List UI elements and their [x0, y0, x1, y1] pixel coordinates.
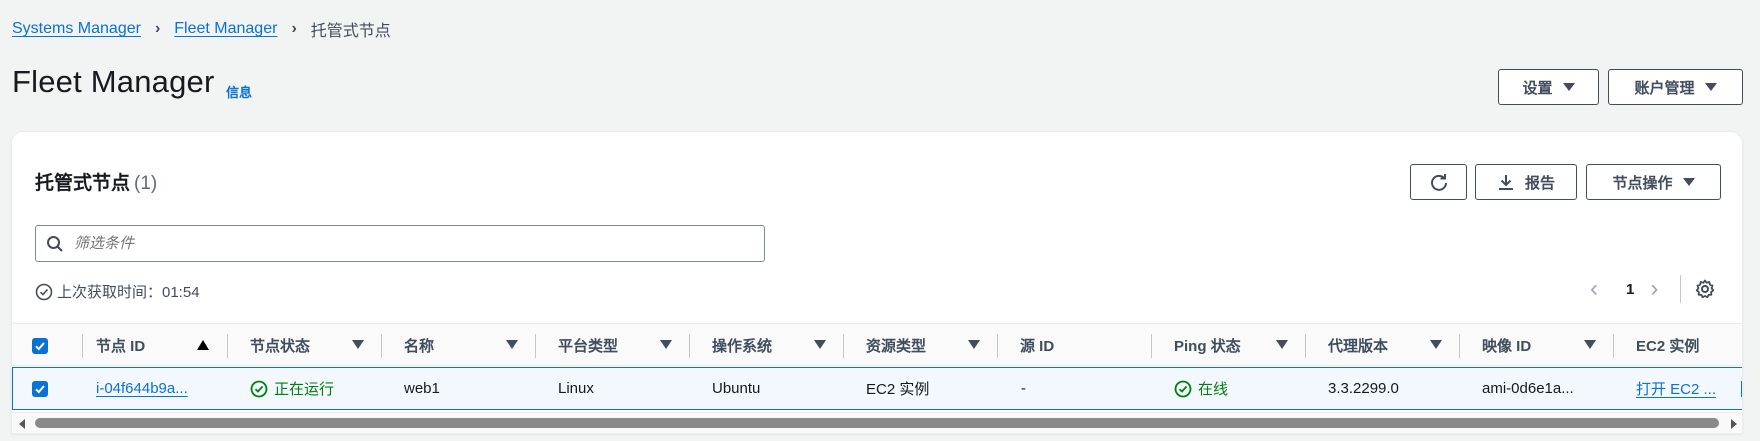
column-header-image-id[interactable]: 映像 ID	[1482, 324, 1531, 367]
breadcrumb-fleet-manager[interactable]: Fleet Manager	[174, 20, 277, 38]
managed-nodes-panel: 托管式节点(1) 报告 节点操作 上次获取时间：01:54	[11, 131, 1743, 434]
checkmark-icon	[35, 341, 45, 350]
filter-input[interactable]	[74, 235, 714, 252]
last-fetch-time: 上次获取时间：01:54	[35, 281, 200, 302]
column-header-resource-type[interactable]: 资源类型	[866, 324, 926, 367]
refresh-icon	[1430, 174, 1447, 191]
download-icon	[1498, 175, 1513, 190]
node-actions-label: 节点操作	[1612, 174, 1673, 192]
filter-search-box[interactable]	[35, 225, 765, 262]
agent-version: 3.3.2299.0	[1328, 380, 1399, 397]
horizontal-scrollbar[interactable]	[12, 412, 1742, 433]
settings-button-label: 设置	[1522, 79, 1553, 97]
breadcrumb: Systems Manager › Fleet Manager › 托管式节点	[12, 17, 391, 41]
row-overflow-indicator	[1741, 381, 1742, 397]
pagination: ‹ 1 ›	[1590, 275, 1715, 303]
check-circle-icon	[35, 283, 53, 300]
breadcrumb-systems-manager[interactable]: Systems Manager	[12, 20, 141, 38]
page-number[interactable]: 1	[1626, 281, 1634, 298]
sort-icon[interactable]	[814, 340, 826, 349]
page-title: Fleet Manager	[12, 64, 215, 99]
sort-icon[interactable]	[506, 340, 518, 349]
sort-icon[interactable]	[660, 340, 672, 349]
sort-icon[interactable]	[1584, 340, 1596, 349]
chevron-right-icon: ›	[291, 20, 297, 37]
caret-down-icon	[1562, 83, 1575, 91]
pager-divider	[1680, 275, 1682, 303]
resource-type: EC2 实例	[866, 381, 930, 398]
breadcrumb-current: 托管式节点	[310, 23, 391, 40]
report-button[interactable]: 报告	[1475, 164, 1577, 200]
select-all-checkbox[interactable]	[32, 324, 48, 367]
column-header-name[interactable]: 名称	[404, 324, 434, 367]
chevron-right-icon: ›	[154, 20, 161, 37]
ping-status: 在线	[1174, 368, 1228, 409]
sort-icon[interactable]	[968, 340, 980, 349]
panel-title: 托管式节点 (1)	[35, 168, 157, 195]
panel-title-text: 托管式节点	[35, 173, 131, 194]
sort-icon[interactable]	[1430, 340, 1442, 349]
ping-status-text: 在线	[1198, 381, 1229, 398]
column-header-ping-status[interactable]: Ping 状态	[1174, 324, 1241, 367]
column-header-node-status[interactable]: 节点状态	[250, 324, 310, 367]
row-checkbox[interactable]	[32, 368, 48, 409]
sort-icon[interactable]	[352, 340, 364, 349]
node-status: 正在运行	[250, 368, 334, 409]
scrollbar-thumb[interactable]	[35, 418, 1719, 428]
account-management-button[interactable]: 账户管理	[1608, 69, 1743, 105]
column-header-platform[interactable]: 平台类型	[558, 324, 618, 367]
success-check-icon	[1174, 380, 1192, 397]
panel-count: (1)	[134, 173, 158, 194]
column-header-os[interactable]: 操作系统	[712, 324, 772, 367]
search-icon	[47, 235, 63, 252]
node-id-link[interactable]: i-04f644b9a...	[96, 368, 188, 409]
image-id: ami-0d6e1a...	[1482, 380, 1574, 397]
column-header-ec2-instance[interactable]: EC2 实例	[1636, 324, 1699, 367]
scroll-right-icon[interactable]	[1731, 419, 1737, 429]
refresh-button[interactable]	[1410, 164, 1467, 200]
platform-type: Linux	[558, 380, 594, 397]
success-check-icon	[250, 380, 268, 397]
previous-page-icon[interactable]: ‹	[1590, 275, 1610, 303]
node-name: web1	[404, 380, 440, 397]
sort-ascending-icon[interactable]	[197, 340, 209, 350]
open-ec2-link[interactable]: 打开 EC2 ...	[1636, 368, 1716, 409]
table-row[interactable]: i-04f644b9a... 正在运行 web1 Linux Ubuntu EC…	[12, 367, 1742, 410]
node-actions-button[interactable]: 节点操作	[1586, 164, 1721, 200]
table-header: 节点 ID 节点状态 名称 平台类型 操作系统 资源类型 源 ID Ping 状…	[12, 323, 1742, 367]
operating-system: Ubuntu	[712, 380, 761, 397]
caret-down-icon	[1682, 178, 1695, 186]
settings-button[interactable]: 设置	[1498, 69, 1599, 105]
info-link[interactable]: 信息	[226, 82, 252, 101]
column-header-source-id[interactable]: 源 ID	[1020, 324, 1054, 367]
caret-down-icon	[1704, 83, 1717, 91]
node-status-text: 正在运行	[274, 381, 335, 398]
last-fetch-text: 上次获取时间：01:54	[57, 284, 200, 301]
report-button-label: 报告	[1524, 174, 1555, 192]
scroll-left-icon[interactable]	[19, 419, 25, 429]
account-management-label: 账户管理	[1634, 79, 1695, 97]
gear-icon[interactable]	[1695, 279, 1715, 299]
next-page-icon[interactable]: ›	[1650, 275, 1670, 303]
source-id: -	[1021, 380, 1026, 397]
sort-icon[interactable]	[1276, 340, 1288, 349]
checkmark-icon	[35, 384, 45, 393]
column-header-node-id[interactable]: 节点 ID	[96, 324, 145, 367]
column-header-agent-version[interactable]: 代理版本	[1328, 324, 1388, 367]
